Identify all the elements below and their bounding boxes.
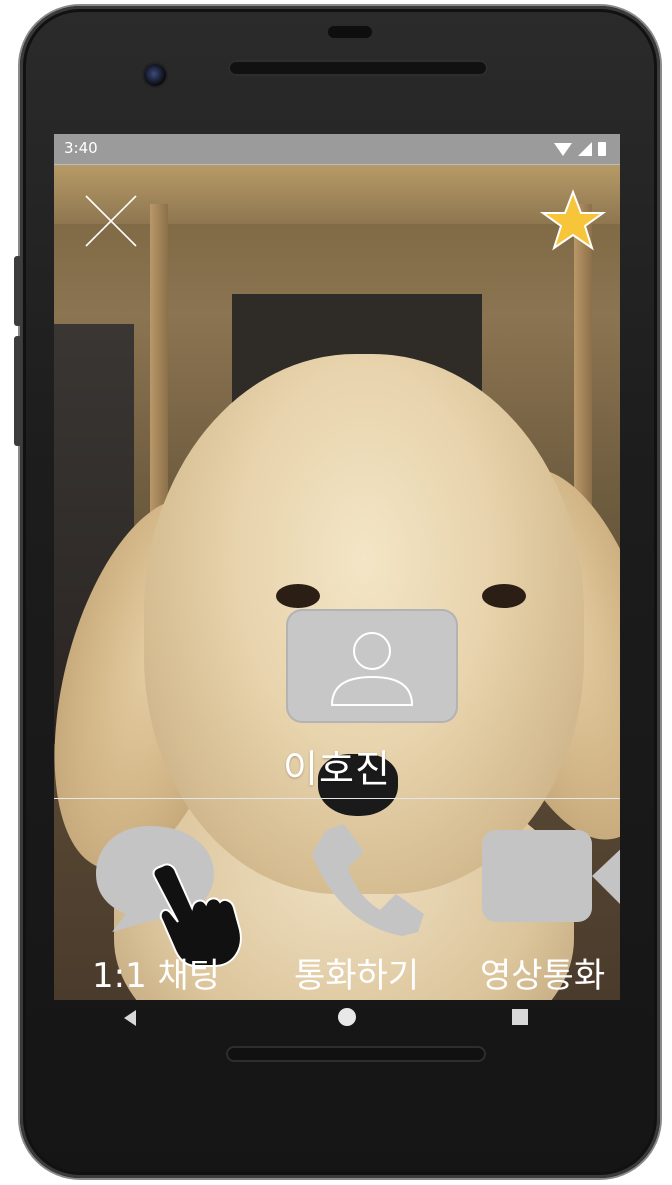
status-time: 3:40	[64, 139, 98, 157]
divider	[54, 798, 620, 799]
status-icons	[554, 141, 606, 157]
wifi-icon	[554, 142, 572, 156]
favorite-button[interactable]	[539, 188, 607, 254]
top-slot	[328, 26, 372, 38]
video-call-button-label: 영상통화	[480, 956, 606, 996]
contact-name: 이호진	[283, 747, 391, 791]
phone-screen: 3:40 이호진 1:1 채팅 통화하기 영상통화	[54, 134, 620, 1000]
star-icon	[539, 189, 607, 251]
volume-button	[14, 336, 22, 446]
video-camera-icon	[482, 830, 620, 922]
person-icon	[330, 632, 414, 706]
nav-recents-button[interactable]	[512, 1009, 528, 1025]
dog-eye	[482, 584, 526, 608]
front-camera	[144, 64, 166, 86]
video-call-button[interactable]	[480, 824, 620, 964]
battery-icon	[598, 142, 606, 156]
status-bar: 3:40	[54, 134, 620, 165]
dog-eye	[276, 584, 320, 608]
bottom-speaker	[226, 1046, 486, 1062]
cell-signal-icon	[578, 142, 592, 156]
earpiece-speaker	[228, 60, 488, 76]
nav-home-button[interactable]	[338, 1008, 356, 1026]
phone-icon	[312, 824, 424, 936]
profile-avatar[interactable]	[288, 611, 456, 721]
chat-button[interactable]	[90, 824, 242, 967]
close-icon	[85, 195, 137, 247]
call-button[interactable]	[292, 824, 432, 964]
close-button[interactable]	[84, 194, 138, 248]
photo-roof	[54, 164, 620, 224]
call-button-label: 통화하기	[294, 956, 420, 996]
nav-back-button[interactable]	[124, 1010, 136, 1026]
chat-button-label: 1:1 채팅	[92, 956, 221, 996]
volume-button	[14, 256, 22, 326]
